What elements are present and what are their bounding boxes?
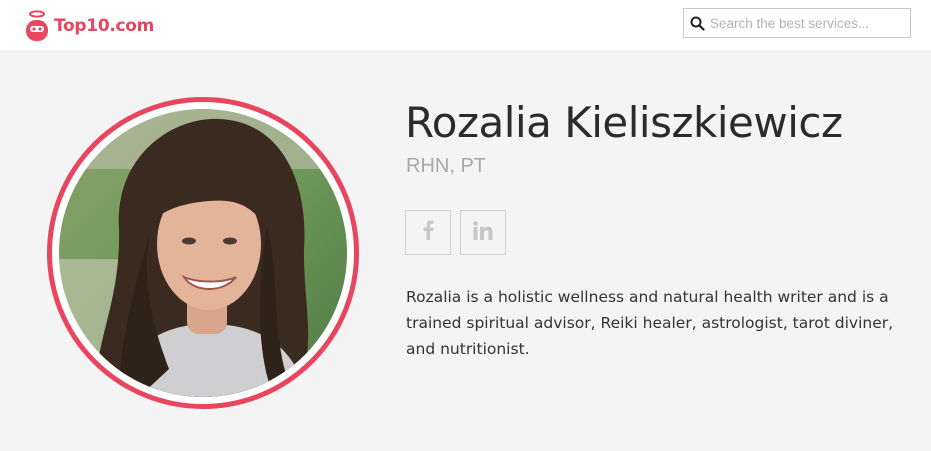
logo-icon [24,9,50,43]
logo-text: Top10.com [54,16,155,36]
avatar [59,109,347,397]
site-logo[interactable]: Top10.com [24,6,154,46]
facebook-icon [422,220,434,245]
search-icon [684,9,710,37]
profile-credentials: RHN, PT [406,155,486,177]
site-header: Top10.com [0,0,931,52]
linkedin-icon [473,220,493,245]
profile-name: Rozalia Kieliszkiewicz [405,98,843,147]
facebook-link[interactable] [405,210,451,255]
profile-bio: Rozalia is a holistic wellness and natur… [406,288,894,358]
linkedin-link[interactable] [460,210,506,255]
search-input[interactable] [710,10,906,36]
avatar-frame [47,97,359,409]
search-box[interactable] [683,8,911,38]
